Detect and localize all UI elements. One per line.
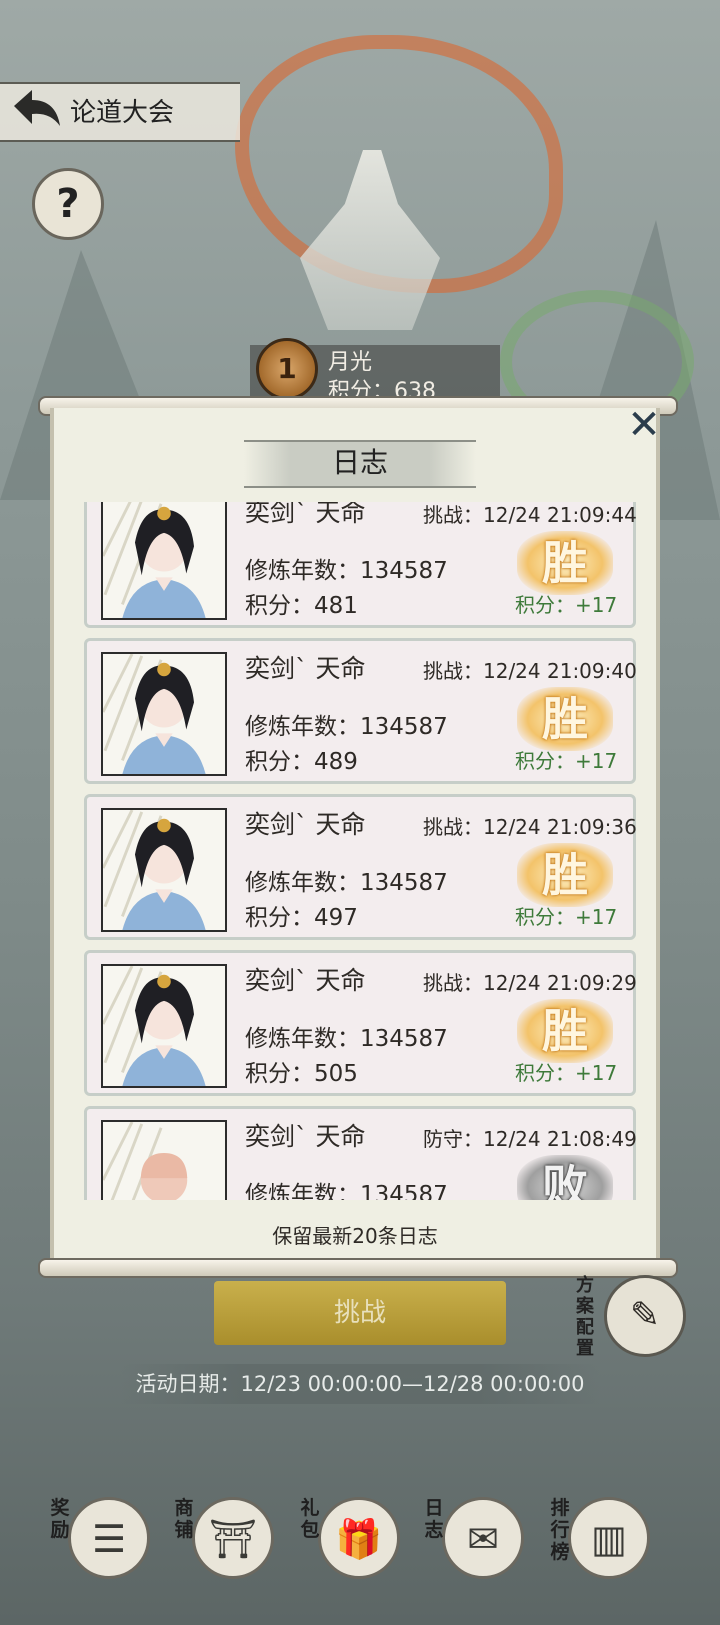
panel-title: 日志 — [331, 446, 388, 479]
opponent-name: 奕剑ˋ 天命 — [245, 810, 366, 839]
opponent-name: 奕剑ˋ 天命 — [245, 1122, 366, 1151]
ranking-icon: ▥ — [591, 1517, 627, 1561]
nav-button-1[interactable]: ☰ — [68, 1497, 150, 1579]
opponent-name: 奕剑ˋ 天命 — [245, 966, 366, 995]
cultivation-years: 修炼年数：134587 — [245, 870, 448, 896]
opponent-avatar — [101, 1120, 227, 1200]
battle-type-time: 挑战：12/24 21:09:40 — [423, 659, 637, 683]
log-icon: ✉ — [467, 1517, 499, 1561]
nav-label: 商铺 — [174, 1497, 194, 1541]
log-entry: 奕剑ˋ 天命 挑战：12/24 21:09:29 修炼年数：134587 积分：505… — [84, 950, 637, 1096]
help-button[interactable]: ? — [32, 168, 104, 240]
reward-icon: ☰ — [91, 1517, 127, 1561]
activity-date: 活动日期：12/23 00:00:00—12/28 00:00:00 — [135, 1372, 585, 1396]
opponent-avatar — [101, 964, 227, 1088]
log-entry: 奕剑ˋ 天命 防守：12/24 21:08:49 修炼年数：134587 败 — [84, 1106, 637, 1200]
cultivation-years: 修炼年数：134587 — [245, 714, 448, 740]
opponent-avatar — [101, 502, 227, 620]
log-footer-note: 保留最新20条日志 — [272, 1224, 438, 1248]
top-rank-name: 月光 — [328, 350, 373, 375]
entry-score: 积分：489 — [245, 749, 358, 775]
entry-score: 积分：481 — [245, 593, 358, 619]
score-delta: 积分：+17 — [515, 749, 618, 773]
defeat-icon: 败 — [517, 1155, 613, 1200]
page-title: 论道大会 — [70, 98, 175, 128]
rank-badge-icon: 1 — [256, 338, 318, 400]
opponent-name: 奕剑ˋ 天命 — [245, 502, 366, 527]
battle-type-time: 挑战：12/24 21:09:44 — [423, 503, 637, 527]
shop-icon: ⛩ — [208, 1517, 258, 1561]
battle-type-time: 挑战：12/24 21:09:29 — [423, 971, 637, 995]
log-entry: 奕剑ˋ 天命 挑战：12/24 21:09:36 修炼年数：134587 积分：497… — [84, 794, 637, 940]
log-list[interactable]: 奕剑ˋ 天命 挑战：12/24 21:09:44 修炼年数：134587 积分：481… — [84, 502, 640, 1200]
score-delta: 积分：+17 — [515, 1061, 618, 1085]
log-entry: 奕剑ˋ 天命 挑战：12/24 21:09:40 修炼年数：134587 积分：489… — [84, 638, 637, 784]
score-delta: 积分：+17 — [515, 905, 618, 929]
opponent-avatar — [101, 652, 227, 776]
battle-type-time: 挑战：12/24 21:09:36 — [423, 815, 637, 839]
log-entry: 奕剑ˋ 天命 挑战：12/24 21:09:44 修炼年数：134587 积分：481… — [84, 502, 637, 628]
nav-button-3[interactable]: 🎁 — [318, 1497, 400, 1579]
opponent-avatar — [101, 808, 227, 932]
config-label: 方案配置 — [576, 1275, 594, 1359]
battle-type-time: 防守：12/24 21:08:49 — [423, 1127, 637, 1151]
nav-label: 排行榜 — [550, 1497, 570, 1563]
brush-scroll-icon: ✎ — [629, 1295, 661, 1336]
challenge-button[interactable]: 挑战 — [214, 1281, 506, 1345]
score-delta: 积分：+17 — [515, 593, 618, 617]
entry-score: 积分：497 — [245, 905, 358, 931]
nav-button-5[interactable]: ▥ — [568, 1497, 650, 1579]
victory-icon: 胜 — [517, 843, 613, 907]
victory-icon: 胜 — [517, 531, 613, 595]
close-button[interactable]: ✕ — [623, 405, 665, 447]
victory-icon: 胜 — [517, 687, 613, 751]
nav-button-4[interactable]: ✉ — [442, 1497, 524, 1579]
back-arrow-icon[interactable] — [10, 86, 64, 132]
gift-icon: 🎁 — [335, 1517, 383, 1561]
cultivation-years: 修炼年数：134587 — [245, 1182, 448, 1200]
nav-label: 礼包 — [300, 1497, 320, 1541]
config-button[interactable]: ✎ — [604, 1275, 686, 1357]
nav-label: 日志 — [424, 1497, 444, 1541]
nav-button-2[interactable]: ⛩ — [192, 1497, 274, 1579]
victory-icon: 胜 — [517, 999, 613, 1063]
entry-score: 积分：505 — [245, 1061, 358, 1087]
cultivation-years: 修炼年数：134587 — [245, 558, 448, 584]
nav-label: 奖励 — [50, 1497, 70, 1541]
opponent-name: 奕剑ˋ 天命 — [245, 654, 366, 683]
cultivation-years: 修炼年数：134587 — [245, 1026, 448, 1052]
